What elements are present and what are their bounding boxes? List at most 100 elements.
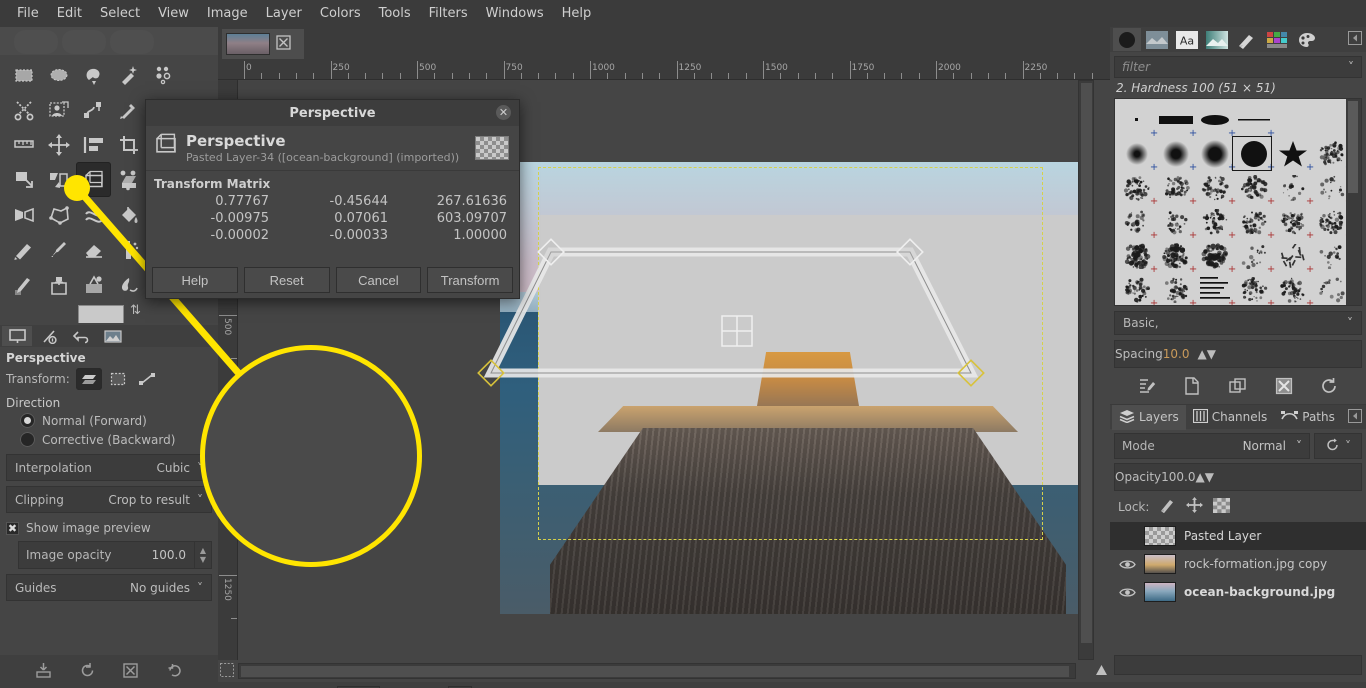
move-tool[interactable] [41,127,76,162]
layer-row[interactable]: Pasted Layer [1110,522,1366,550]
dock-menu-icon[interactable] [1348,31,1362,48]
transform-target-layer-button[interactable] [76,368,102,390]
brushes-tab[interactable] [1113,28,1141,51]
menu-item-view[interactable]: View [149,2,198,25]
heal-tool[interactable] [76,267,111,302]
menu-item-file[interactable]: File [8,2,48,25]
hscroll-thumb[interactable] [241,666,1069,677]
horizontal-ruler[interactable]: 0 250 500 750 1000 1250 1500 1750 2000 2250 [218,60,1110,80]
layer-list-scrollbar[interactable] [1114,655,1362,675]
undo-history-tab[interactable] [66,326,96,346]
menu-item-filters[interactable]: Filters [420,2,477,25]
menu-item-layer[interactable]: Layer [257,2,311,25]
layer-visibility-icon[interactable] [1118,558,1136,571]
paint-dynamics-tab[interactable] [1233,28,1261,51]
paths-tool[interactable] [76,92,111,127]
delete-tool-preset-icon[interactable] [122,662,139,682]
menu-item-help[interactable]: Help [553,2,601,25]
duplicate-brush-icon[interactable] [1229,377,1247,398]
perspective-dialog[interactable]: Perspective ✕ Perspective Pasted Layer-3… [145,99,520,299]
color-swatch-area[interactable]: ⇅ [78,305,148,323]
gradients-tab[interactable] [1203,28,1231,51]
layer-mode-switch[interactable]: ˅ [1314,433,1362,459]
layer-row[interactable]: ocean-background.jpg [1110,578,1366,606]
direction-option-corrective[interactable]: Corrective (Backward) [0,430,218,449]
show-image-preview-row[interactable]: ✖ Show image preview [0,518,218,538]
pencil-tool[interactable] [6,232,41,267]
refresh-brushes-icon[interactable] [1320,377,1338,398]
rect-select-tool[interactable] [6,57,41,92]
bucket-fill-tool[interactable] [111,197,146,232]
tab-paths[interactable]: Paths [1274,405,1342,430]
color-tab[interactable] [1293,28,1321,51]
unified-transform-tool[interactable] [111,162,146,197]
scissors-select-tool[interactable] [6,92,41,127]
menu-item-edit[interactable]: Edit [48,2,91,25]
foreground-select-tool[interactable] [41,92,76,127]
brush-spacing-spinner[interactable]: Spacing 10.0 ▲▼ [1114,340,1362,368]
reset-button[interactable]: Reset [244,267,330,293]
tab-channels[interactable]: Channels [1186,405,1275,430]
tab-layers[interactable]: Layers [1112,405,1186,430]
image-tab[interactable] [222,29,304,59]
free-select-tool[interactable] [76,57,111,92]
menu-item-select[interactable]: Select [91,2,149,25]
foreground-color-swatch[interactable] [78,305,124,323]
ellipse-select-tool[interactable] [41,57,76,92]
warp-transform-tool[interactable] [76,197,111,232]
save-tool-preset-icon[interactable] [35,662,52,682]
palettes-tab[interactable] [1263,28,1291,51]
menu-item-image[interactable]: Image [198,2,257,25]
transform-target-selection-button[interactable] [105,368,131,390]
clipping-combo[interactable]: Clipping Crop to result ˅ [6,486,212,513]
layers-dock-menu-icon[interactable] [1348,409,1362,426]
cancel-button[interactable]: Cancel [336,267,422,293]
close-icon[interactable]: ✕ [496,105,511,120]
clone-tool[interactable] [41,267,76,302]
transform-target-path-button[interactable] [134,368,160,390]
device-status-tab[interactable] [34,326,64,346]
menu-item-tools[interactable]: Tools [370,2,420,25]
reset-tool-options-icon[interactable] [166,662,183,682]
cage-transform-tool[interactable] [41,197,76,232]
layer-mode-combo[interactable]: Mode Normal ˅ [1114,433,1310,459]
swap-colors-icon[interactable]: ⇅ [130,303,141,318]
lock-position-icon[interactable] [1186,497,1203,516]
images-tab[interactable] [98,326,128,346]
select-by-color-tool[interactable] [146,57,181,92]
transform-button[interactable]: Transform [427,267,513,293]
layer-visibility-icon[interactable] [1118,586,1136,599]
show-preview-checkbox[interactable]: ✖ [6,522,19,535]
chevron-down-icon[interactable]: ˅ [1348,60,1354,74]
color-picker-tool[interactable] [111,92,146,127]
crop-tool[interactable] [111,127,146,162]
vscroll-thumb[interactable] [1081,83,1092,643]
horizontal-scrollbar[interactable] [238,663,1076,679]
brush-grid-scrollbar[interactable] [1346,99,1361,305]
airbrush-tool[interactable] [111,232,146,267]
tool-options-tab[interactable] [2,326,32,346]
lock-pixels-icon[interactable] [1159,498,1176,516]
interpolation-combo[interactable]: Interpolation Cubic ˅ [6,454,212,481]
direction-option-normal[interactable]: Normal (Forward) [0,411,218,430]
menu-item-windows[interactable]: Windows [477,2,553,25]
measure-tool[interactable] [6,127,41,162]
fuzzy-select-tool[interactable] [111,57,146,92]
brush-preset-combo[interactable]: Basic, ˅ [1114,311,1362,335]
chevron-down-icon[interactable]: ˅ [1345,439,1351,453]
eraser-tool[interactable] [76,232,111,267]
edit-brush-icon[interactable] [1138,377,1156,398]
lock-alpha-icon[interactable] [1213,498,1230,516]
brush-scroll-thumb[interactable] [1348,101,1358,193]
flip-tool[interactable] [6,197,41,232]
spacing-steppers[interactable]: ▲▼ [1197,347,1215,361]
restore-tool-preset-icon[interactable] [79,662,96,682]
reset-mode-icon[interactable] [1325,437,1341,456]
image-opacity-spinner[interactable]: Image opacity 100.0 ▲ ▼ [18,541,212,569]
close-icon[interactable] [276,35,291,53]
new-brush-icon[interactable] [1183,377,1201,398]
fonts-tab[interactable]: Aa [1173,28,1201,51]
mypaint-brush-tool[interactable] [6,267,41,302]
paintbrush-tool[interactable] [41,232,76,267]
menu-item-colors[interactable]: Colors [311,2,370,25]
